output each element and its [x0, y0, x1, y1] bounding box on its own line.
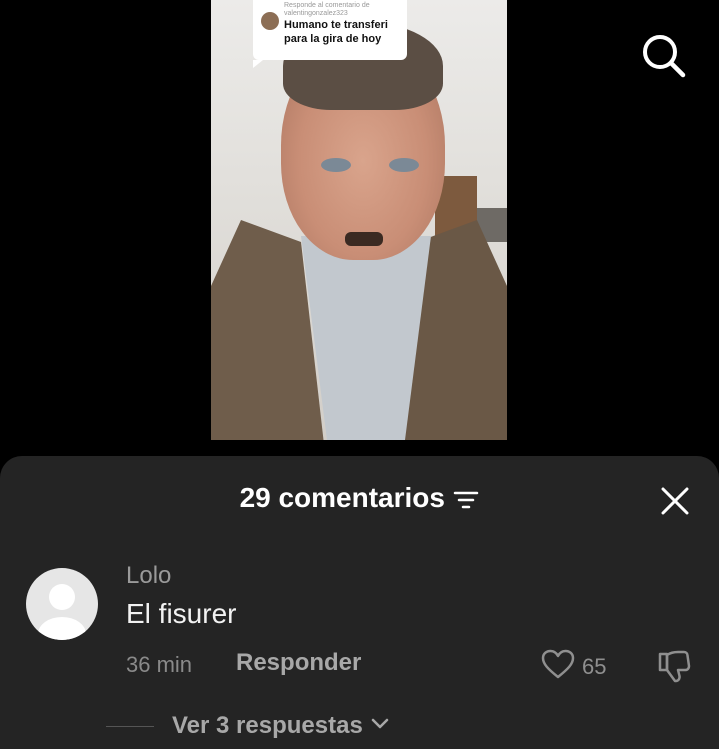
reply-text-line1: Humano te transferi: [284, 19, 388, 31]
replies-divider: [106, 725, 154, 727]
heart-icon[interactable]: [540, 648, 576, 685]
search-icon[interactable]: [640, 32, 686, 78]
reply-username: valentingonzalez323: [284, 10, 348, 17]
thumbs-down-icon[interactable]: [656, 648, 692, 684]
comments-header: 29 comentarios: [0, 482, 719, 516]
left-eye: [321, 158, 351, 172]
comments-sheet: 29 comentarios Lolo El fisurer 36 min Re…: [0, 456, 719, 749]
reply-text-line2: para la gira de hoy: [284, 33, 382, 45]
view-replies-button[interactable]: Ver 3 respuestas: [106, 712, 389, 740]
chevron-down-icon[interactable]: [371, 717, 389, 735]
comment-username[interactable]: Lolo: [126, 562, 171, 590]
avatar[interactable]: [26, 568, 98, 640]
like-count: 65: [582, 653, 607, 679]
view-replies-label[interactable]: Ver 3 respuestas: [172, 712, 363, 740]
reply-button[interactable]: Responder: [236, 649, 361, 677]
reply-comment-sticker[interactable]: Responde al comentario de valentingonzal…: [253, 0, 407, 68]
moustache: [345, 232, 383, 246]
comment-timestamp: 36 min: [126, 652, 193, 677]
close-icon[interactable]: [660, 486, 690, 516]
comment-text: El fisurer: [126, 598, 237, 629]
reply-avatar: [261, 12, 279, 30]
like-button[interactable]: 65: [540, 648, 606, 685]
comments-title: 29 comentarios: [239, 482, 445, 513]
filter-icon[interactable]: [453, 489, 479, 516]
right-eye: [389, 158, 419, 172]
reply-prefix: Responde al comentario de: [284, 2, 370, 9]
